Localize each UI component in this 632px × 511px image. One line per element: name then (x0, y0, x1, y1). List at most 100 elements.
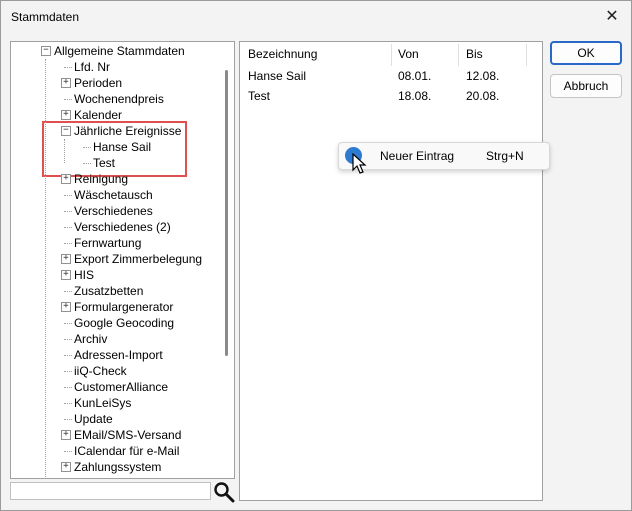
tree-item-label: Reinigung (74, 172, 129, 186)
collapse-icon[interactable]: − (61, 126, 71, 136)
tree-root[interactable]: − Allgemeine Stammdaten (11, 43, 221, 59)
tree-item-label: Wochenendpreis (74, 92, 164, 106)
column-separator (458, 44, 459, 66)
expand-icon[interactable]: + (61, 254, 71, 264)
tree-item-zahlungssystem[interactable]: + Zahlungssystem (11, 459, 221, 475)
tree-item-archiv[interactable]: Archiv (11, 331, 221, 347)
mouse-cursor-icon (352, 153, 367, 174)
tree-item-email-sms-versand[interactable]: + EMail/SMS-Versand (11, 427, 221, 443)
tree-connector (83, 163, 91, 164)
expand-icon[interactable]: + (61, 302, 71, 312)
search-input[interactable] (10, 482, 211, 500)
menu-item-new-entry[interactable]: Neuer Eintrag (380, 149, 454, 163)
tree-item-label: Kalender (74, 108, 123, 122)
tree-connector (83, 147, 91, 148)
column-separator (391, 44, 392, 66)
tree-item-formulargenerator[interactable]: + Formulargenerator (11, 299, 221, 315)
tree-item-google-geocoding[interactable]: Google Geocoding (11, 315, 221, 331)
tree-item-verschiedenes[interactable]: Verschiedenes (11, 203, 221, 219)
tree-item-adressen-import[interactable]: Adressen-Import (11, 347, 221, 363)
tree-connector (64, 355, 72, 356)
tree-item-label: Zahlungssystem (74, 460, 162, 474)
tree-item-zusatzbetten[interactable]: Zusatzbetten (11, 283, 221, 299)
tree-connector (64, 323, 72, 324)
tree-scrollbar[interactable] (225, 70, 228, 356)
tree-item-label: iiQ-Check (74, 364, 127, 378)
expand-icon[interactable]: + (61, 270, 71, 280)
title-bar: Stammdaten ✕ (1, 1, 631, 33)
ok-button[interactable]: OK (550, 41, 622, 65)
tree-item-label: Verschiedenes (2) (74, 220, 171, 234)
tree-connector (64, 419, 72, 420)
events-list[interactable]: Bezeichnung Von Bis Hanse Sail 08.01. 12… (239, 41, 543, 501)
search-icon[interactable] (213, 481, 235, 503)
tree-item-label: CustomerAlliance (74, 380, 169, 394)
tree-item-hanse-sail[interactable]: Hanse Sail (11, 139, 221, 155)
tree-connector (64, 371, 72, 372)
tree-connector (64, 291, 72, 292)
tree-item-reinigung[interactable]: + Reinigung (11, 171, 221, 187)
tree-item-test[interactable]: Test (11, 155, 221, 171)
tree-item-label: ICalendar für e-Mail (74, 444, 180, 458)
column-separator (526, 44, 527, 66)
tree-item-w-schetausch[interactable]: Wäschetausch (11, 187, 221, 203)
tree-item-label: Lfd. Nr (74, 60, 111, 74)
tree-item-label: EMail/SMS-Versand (74, 428, 182, 442)
expand-icon[interactable]: + (61, 430, 71, 440)
tree-item-label: Wäschetausch (74, 188, 153, 202)
tree-item-label: KunLeiSys (74, 396, 132, 410)
row-1-bis[interactable]: 12.08. (466, 69, 499, 83)
tree-connector (64, 99, 72, 100)
tree-item-verschiedenes-2[interactable]: Verschiedenes (2) (11, 219, 221, 235)
tree-item-label: Zusatzbetten (74, 284, 144, 298)
column-header-bis[interactable]: Bis (466, 47, 483, 61)
row-2-von[interactable]: 18.08. (398, 89, 431, 103)
expand-icon[interactable]: + (61, 462, 71, 472)
tree-item-label: Verschiedenes (74, 204, 153, 218)
tree-item-label: Archiv (74, 332, 108, 346)
tree-item-label: Formulargenerator (74, 300, 174, 314)
window-title: Stammdaten (11, 10, 80, 24)
row-2-bis[interactable]: 20.08. (466, 89, 499, 103)
tree-item-icalendar-f-r-e-mail[interactable]: ICalendar für e-Mail (11, 443, 221, 459)
tree-item-kunleisys[interactable]: KunLeiSys (11, 395, 221, 411)
tree-item-kalender[interactable]: + Kalender (11, 107, 221, 123)
expand-icon[interactable]: + (61, 174, 71, 184)
tree-item-label: Fernwartung (74, 236, 142, 250)
tree-item-j-hrliche-ereignisse[interactable]: − Jährliche Ereignisse (11, 123, 221, 139)
column-header-bezeichnung[interactable]: Bezeichnung (248, 47, 317, 61)
tree-item-label: HIS (74, 268, 95, 282)
row-2-bezeichnung[interactable]: Test (248, 89, 270, 103)
tree-view[interactable]: − Allgemeine Stammdaten Lfd. Nr + Perioden Wo… (10, 41, 235, 479)
tree-item-iiq-check[interactable]: iiQ-Check (11, 363, 221, 379)
cancel-button[interactable]: Abbruch (550, 74, 622, 98)
tree-connector (64, 403, 72, 404)
tree-connector (64, 339, 72, 340)
close-icon[interactable]: ✕ (601, 6, 623, 28)
row-1-bezeichnung[interactable]: Hanse Sail (248, 69, 306, 83)
tree-item-customeralliance[interactable]: CustomerAlliance (11, 379, 221, 395)
tree-connector (64, 227, 72, 228)
tree-item-label: Adressen-Import (74, 348, 163, 362)
expand-icon[interactable]: + (61, 110, 71, 120)
expand-icon[interactable]: + (61, 78, 71, 88)
tree-item-update[interactable]: Update (11, 411, 221, 427)
tree-item-label: Perioden (74, 76, 123, 90)
tree-item-perioden[interactable]: + Perioden (11, 75, 221, 91)
tree-item-export-zimmerbelegung[interactable]: + Export Zimmerbelegung (11, 251, 221, 267)
tree-item-wochenendpreis[interactable]: Wochenendpreis (11, 91, 221, 107)
tree-connector (64, 195, 72, 196)
column-header-von[interactable]: Von (398, 47, 419, 61)
tree-item-his[interactable]: + HIS (11, 267, 221, 283)
tree-item-fernwartung[interactable]: Fernwartung (11, 235, 221, 251)
tree-item-lfd-nr[interactable]: Lfd. Nr (11, 59, 221, 75)
tree-item-label: Jährliche Ereignisse (74, 124, 182, 138)
row-1-von[interactable]: 08.01. (398, 69, 431, 83)
tree-item-label: Test (93, 156, 116, 170)
tree-item-label: Update (74, 412, 113, 426)
tree-item-label: Hanse Sail (93, 140, 152, 154)
tree-item-label: Allgemeine Stammdaten (54, 44, 185, 58)
tree-connector (64, 451, 72, 452)
collapse-icon[interactable]: − (41, 46, 51, 56)
tree-connector (64, 243, 72, 244)
